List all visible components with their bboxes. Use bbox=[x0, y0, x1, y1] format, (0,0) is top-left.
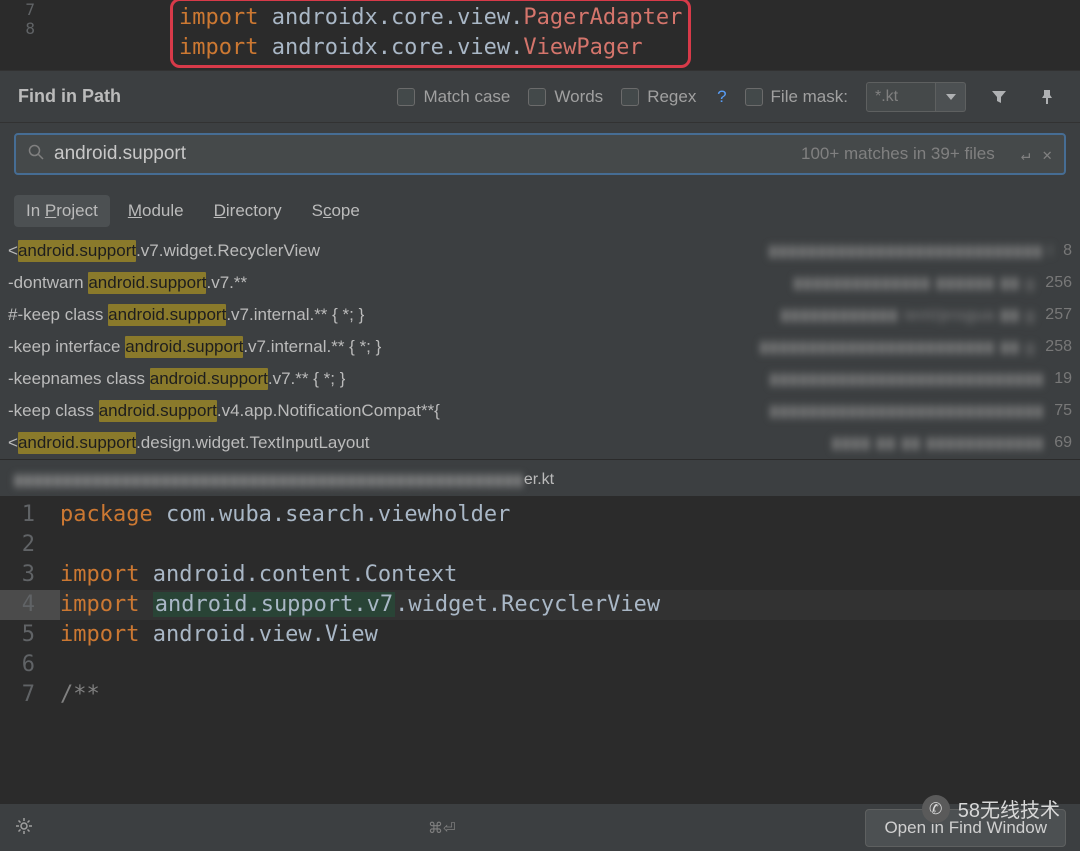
result-row[interactable]: -keep class android.support.v4.app.Notif… bbox=[0, 395, 1080, 427]
settings-icon[interactable] bbox=[14, 816, 34, 840]
result-row[interactable]: <android.support.design.widget.TextInput… bbox=[0, 427, 1080, 459]
code-line: 3import android.content.Context bbox=[0, 560, 1080, 590]
search-box: 100+ matches in 39+ files ↵ ✕ bbox=[14, 133, 1066, 175]
code-line: 7/** bbox=[0, 680, 1080, 710]
preview-file-path: ▮▮▮▮▮▮▮▮▮▮▮▮▮▮▮▮▮▮▮▮▮▮▮▮▮▮▮▮▮▮▮▮▮▮▮▮▮▮▮▮… bbox=[0, 459, 1080, 496]
keyword: import bbox=[179, 3, 258, 33]
editor-top: 7 8 import androidx.core.view.PagerAdapt… bbox=[0, 0, 1080, 70]
result-row[interactable]: -dontwarn android.support.v7.**▮▮▮▮▮▮▮▮▮… bbox=[0, 267, 1080, 299]
code-line: 1package com.wuba.search.viewholder bbox=[0, 500, 1080, 530]
bottom-bar: ⌘⏎ Open in Find Window bbox=[0, 803, 1080, 851]
tab-in-project[interactable]: In Project bbox=[14, 195, 110, 227]
regex-help-link[interactable]: ? bbox=[717, 87, 726, 107]
tab-module[interactable]: Module bbox=[116, 195, 196, 227]
code-line: 4import android.support.v7.widget.Recycl… bbox=[0, 590, 1080, 620]
code-line: 5import android.view.View bbox=[0, 620, 1080, 650]
result-row[interactable]: -keep interface android.support.v7.inter… bbox=[0, 331, 1080, 363]
scope-tabs: In Project Module Directory Scope bbox=[0, 185, 1080, 235]
enter-icon[interactable]: ↵ bbox=[1021, 145, 1031, 164]
file-mask-input[interactable] bbox=[866, 82, 936, 112]
code-line: 6 bbox=[0, 650, 1080, 680]
tab-scope[interactable]: Scope bbox=[300, 195, 372, 227]
shortcut-hint: ⌘⏎ bbox=[428, 819, 456, 837]
highlight-box: import androidx.core.view.PagerAdapter i… bbox=[170, 0, 691, 68]
file-mask-checkbox[interactable]: File mask: bbox=[745, 87, 848, 107]
search-icon bbox=[28, 144, 44, 164]
package-path: androidx.core.view. bbox=[272, 33, 524, 63]
gutter-line: 7 bbox=[0, 0, 60, 19]
code-line: 2 bbox=[0, 530, 1080, 560]
result-row[interactable]: #-keep class android.support.v7.internal… bbox=[0, 299, 1080, 331]
keyword: import bbox=[179, 33, 258, 63]
match-case-checkbox[interactable]: Match case bbox=[397, 87, 510, 107]
error-class: PagerAdapter bbox=[523, 3, 682, 33]
clear-icon[interactable]: ✕ bbox=[1042, 145, 1052, 164]
tab-directory[interactable]: Directory bbox=[202, 195, 294, 227]
package-path: androidx.core.view. bbox=[272, 3, 524, 33]
find-title: Find in Path bbox=[18, 86, 121, 107]
pin-icon[interactable] bbox=[1032, 82, 1062, 112]
wechat-icon: ✆ bbox=[922, 795, 950, 823]
result-row[interactable]: -keepnames class android.support.v7.** {… bbox=[0, 363, 1080, 395]
filter-icon[interactable] bbox=[984, 82, 1014, 112]
results-list: <android.support.v7.widget.RecyclerView▮… bbox=[0, 235, 1080, 459]
preview-editor[interactable]: 1package com.wuba.search.viewholder2 3im… bbox=[0, 496, 1080, 710]
regex-checkbox[interactable]: Regex ? bbox=[621, 87, 726, 107]
watermark: ✆ 58无线技术 bbox=[922, 794, 1060, 823]
file-mask-dropdown[interactable] bbox=[936, 82, 966, 112]
result-row[interactable]: <android.support.v7.widget.RecyclerView▮… bbox=[0, 235, 1080, 267]
match-count: 100+ matches in 39+ files bbox=[801, 144, 995, 164]
gutter-line: 8 bbox=[0, 19, 60, 38]
find-header: Find in Path Match case Words Regex ? Fi… bbox=[0, 71, 1080, 123]
search-input[interactable] bbox=[54, 143, 801, 165]
error-class: ViewPager bbox=[523, 33, 642, 63]
words-checkbox[interactable]: Words bbox=[528, 87, 603, 107]
find-in-path-panel: Find in Path Match case Words Regex ? Fi… bbox=[0, 70, 1080, 710]
